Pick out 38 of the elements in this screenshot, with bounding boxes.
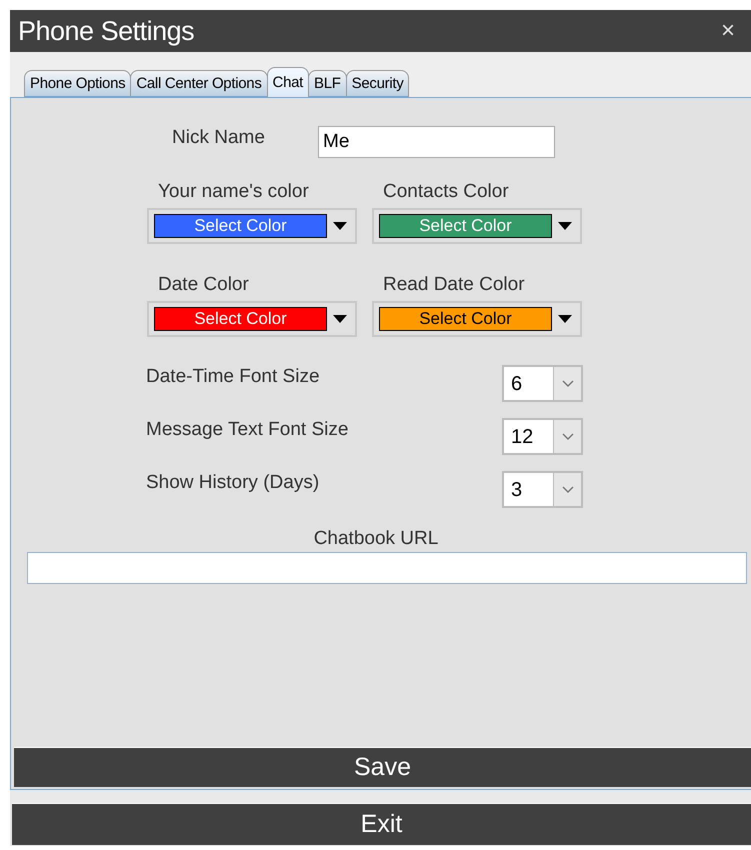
field-label: Contacts Color <box>382 181 510 203</box>
field-label: Read Date Color <box>382 274 526 296</box>
field-label: Nick Name <box>172 127 266 149</box>
tab[interactable]: BLF <box>308 70 347 97</box>
color-swatch: Select Color <box>154 214 327 238</box>
number-dropdown[interactable]: 12 <box>502 418 583 455</box>
color-picker[interactable]: Select Color <box>147 301 357 337</box>
dropdown-triangle-icon <box>333 222 347 230</box>
save-button[interactable]: Save <box>14 747 751 787</box>
field-label: Show History (Days) <box>146 471 320 494</box>
color-swatch: Select Color <box>379 214 552 238</box>
exit-button[interactable]: Exit <box>12 803 751 845</box>
nick-name-field[interactable]: Me <box>318 126 555 158</box>
chevron-down-icon <box>562 433 574 440</box>
tab[interactable]: Security <box>346 70 410 97</box>
window-title: Phone Settings <box>18 16 194 46</box>
tab[interactable]: Chat <box>266 67 310 97</box>
color-swatch: Select Color <box>379 307 552 331</box>
field-label: Date Color <box>157 274 250 296</box>
number-dropdown[interactable]: 6 <box>502 365 583 402</box>
field-label: Date-Time Font Size <box>146 365 321 388</box>
color-picker[interactable]: Select Color <box>147 208 357 244</box>
tab[interactable]: Phone Options <box>24 70 132 97</box>
dropdown-triangle-icon <box>558 315 572 323</box>
field-label: Your name's color <box>157 181 310 203</box>
field-label: Chatbook URL <box>314 528 438 550</box>
chatbook-url-field[interactable] <box>27 552 747 584</box>
chevron-down-icon <box>562 486 574 493</box>
dropdown-triangle-icon <box>558 222 572 230</box>
color-picker[interactable]: Select Color <box>372 208 582 244</box>
chevron-down-icon <box>562 380 574 387</box>
dropdown-triangle-icon <box>333 315 347 323</box>
number-dropdown[interactable]: 3 <box>502 471 583 508</box>
tab[interactable]: Call Center Options <box>130 70 268 97</box>
field-label: Message Text Font Size <box>146 418 350 441</box>
color-picker[interactable]: Select Color <box>372 301 582 337</box>
close-button[interactable]: × <box>716 17 739 45</box>
color-swatch: Select Color <box>154 307 327 331</box>
